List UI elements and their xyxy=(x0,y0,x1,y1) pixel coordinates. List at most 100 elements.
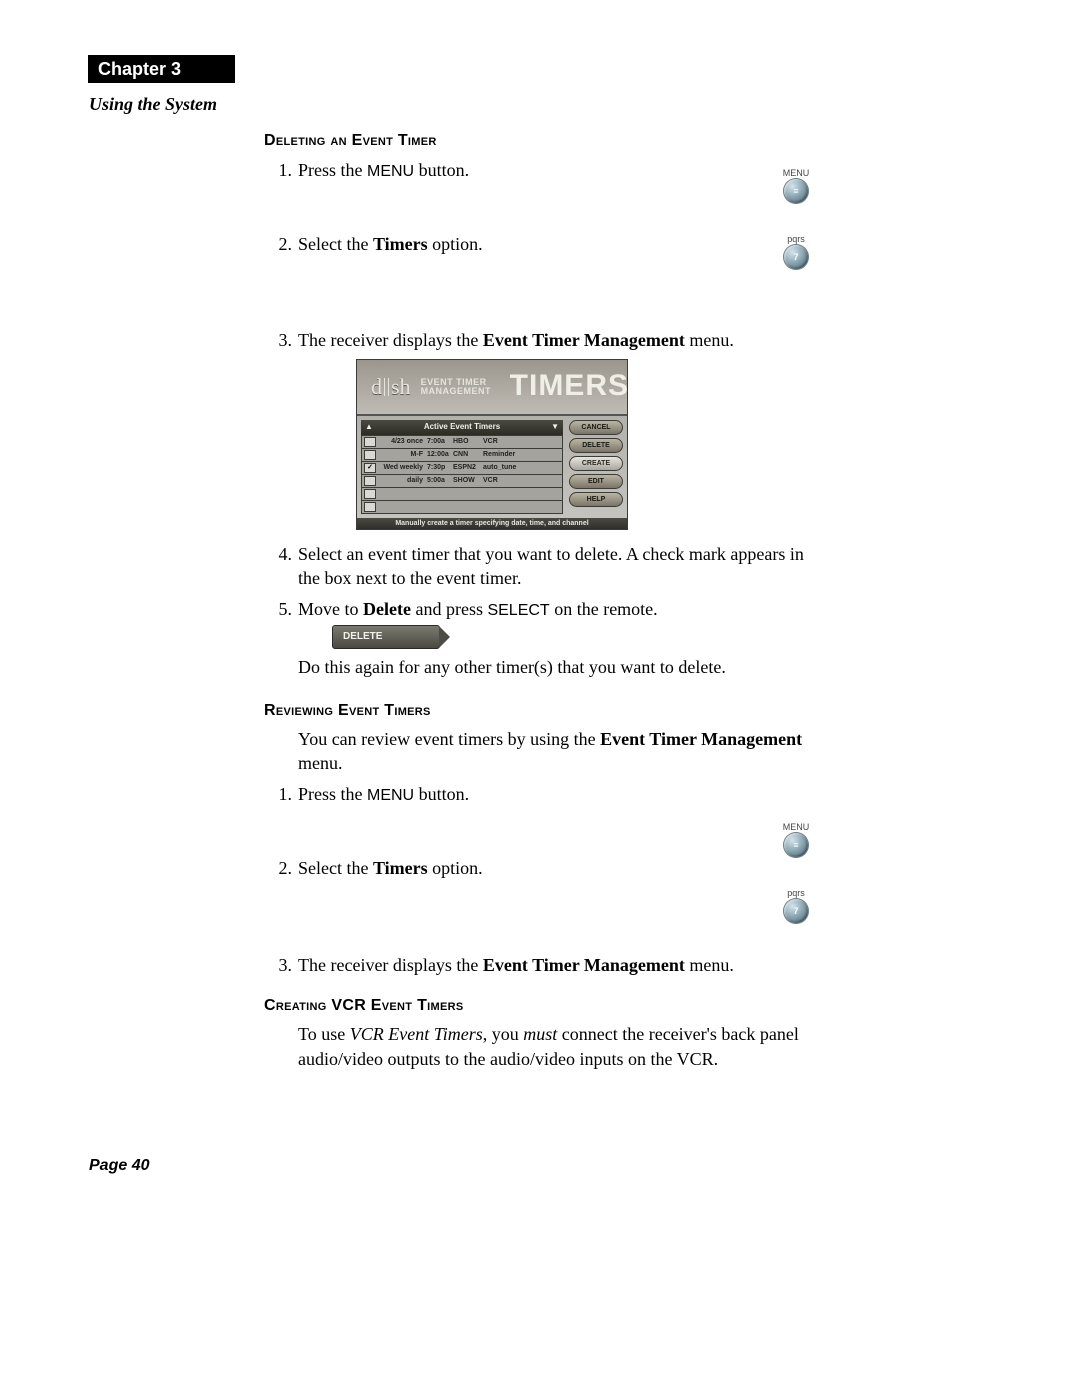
etm-list-header: ▲ Active Event Timers ▼ xyxy=(361,420,563,435)
text: Select the xyxy=(298,234,373,254)
etm-edit-button: EDIT xyxy=(569,474,623,489)
cell: HBO xyxy=(453,437,483,446)
step-number: 1. xyxy=(270,158,292,182)
etm-row: ✓ Wed weekly7:30pESPN2auto_tune xyxy=(362,461,562,474)
cell: 12:00a xyxy=(425,450,453,459)
etm-timer-list: ▲ Active Event Timers ▼ 4/23 once7:00aHB… xyxy=(361,420,563,514)
checkbox-icon xyxy=(364,450,376,460)
etm-watermark: TIMERS xyxy=(510,366,629,398)
heading-reviewing: Reviewing Event Timers xyxy=(264,700,814,722)
review-intro: You can review event timers by using the… xyxy=(264,727,814,776)
etm-body: ▲ Active Event Timers ▼ 4/23 once7:00aHB… xyxy=(357,416,627,518)
vcr-paragraph: To use VCR Event Timers, you must connec… xyxy=(264,1022,814,1071)
text-italic: must xyxy=(523,1024,557,1044)
text: Press the xyxy=(298,160,367,180)
text-caps: MENU xyxy=(367,787,414,804)
text: MANAGEMENT xyxy=(421,387,492,396)
event-timer-management-screenshot: dsh EVENT TIMER MANAGEMENT TIMERS ▲ Acti… xyxy=(356,359,628,530)
text: on the remote. xyxy=(550,599,658,619)
scroll-up-icon: ▲ xyxy=(365,422,373,433)
cell: Wed weekly xyxy=(379,463,425,472)
step-number: 4. xyxy=(270,542,292,566)
text: button. xyxy=(414,160,469,180)
step-text: Select the Timers option. xyxy=(298,234,483,254)
text-caps: MENU xyxy=(367,163,414,180)
text: Move to xyxy=(298,599,363,619)
step-number: 2. xyxy=(270,856,292,880)
etm-cancel-button: CANCEL xyxy=(569,420,623,435)
text: and press xyxy=(411,599,487,619)
cell: 5:00a xyxy=(425,476,453,485)
etm-row-empty xyxy=(362,500,562,513)
etm-row-empty xyxy=(362,487,562,500)
step-text: The receiver displays the Event Timer Ma… xyxy=(298,955,734,975)
page-content: Deleting an Event Timer 1. Press the MEN… xyxy=(264,130,814,1071)
text: , you xyxy=(483,1024,524,1044)
etm-actions: CANCEL DELETE CREATE EDIT HELP xyxy=(569,420,623,514)
text-bold: Event Timer Management xyxy=(483,955,685,975)
cell: ESPN2 xyxy=(453,463,483,472)
heading-creating-vcr: Creating VCR Event Timers xyxy=(264,995,814,1017)
etm-list-header-label: Active Event Timers xyxy=(424,422,500,433)
etm-title: EVENT TIMER MANAGEMENT xyxy=(421,378,492,396)
text-bold: Event Timer Management xyxy=(600,729,802,749)
page-number: Page 40 xyxy=(89,1157,149,1175)
step-followup: Do this again for any other timer(s) tha… xyxy=(298,655,814,679)
text-bold: Delete xyxy=(363,599,411,619)
etm-header: dsh EVENT TIMER MANAGEMENT TIMERS xyxy=(357,360,627,416)
text: Press the xyxy=(298,784,367,804)
checkbox-icon xyxy=(364,476,376,486)
text-bold: Timers xyxy=(373,858,428,878)
text: menu. xyxy=(685,330,734,350)
etm-help-button: HELP xyxy=(569,492,623,507)
cell: 7:30p xyxy=(425,463,453,472)
etm-row: daily5:00aSHOWVCR xyxy=(362,474,562,487)
step-number: 2. xyxy=(270,232,292,256)
step-number: 1. xyxy=(270,782,292,806)
etm-row: 4/23 once7:00aHBOVCR xyxy=(362,435,562,448)
text-italic: VCR Event Timers xyxy=(350,1024,483,1044)
etm-create-button: CREATE xyxy=(569,456,623,471)
chapter-tab: Chapter 3 xyxy=(88,55,235,83)
etm-tip: Manually create a timer specifying date,… xyxy=(357,518,627,529)
checkbox-icon xyxy=(364,489,376,499)
scroll-down-icon: ▼ xyxy=(551,422,559,433)
text: option. xyxy=(428,858,483,878)
text: menu. xyxy=(685,955,734,975)
text: The receiver displays the xyxy=(298,955,483,975)
checkbox-icon: ✓ xyxy=(364,463,376,473)
etm-row: M-F12:00aCNNReminder xyxy=(362,448,562,461)
cell: VCR xyxy=(483,437,560,446)
text-bold: Event Timer Management xyxy=(483,330,685,350)
steps-deleting: 1. Press the MENU button. 2. Select the … xyxy=(264,158,814,680)
dish-logo-icon: dsh xyxy=(371,372,411,402)
cell: auto_tune xyxy=(483,463,560,472)
step-text: Press the MENU button. xyxy=(298,160,469,180)
text: button. xyxy=(414,784,469,804)
cell: Reminder xyxy=(483,450,560,459)
step-number: 3. xyxy=(270,328,292,352)
step-number: 3. xyxy=(270,953,292,977)
etm-table: 4/23 once7:00aHBOVCR M-F12:00aCNNReminde… xyxy=(361,435,563,514)
step-text: The receiver displays the Event Timer Ma… xyxy=(298,330,734,350)
step-text: Select the Timers option. xyxy=(298,858,483,878)
text: To use xyxy=(298,1024,350,1044)
text: You can review event timers by using the xyxy=(298,729,600,749)
text: option. xyxy=(428,234,483,254)
cell: VCR xyxy=(483,476,560,485)
steps-reviewing: 1. Press the MENU button. 2. Select the … xyxy=(264,782,814,977)
cell: daily xyxy=(379,476,425,485)
step-text: Move to Delete and press SELECT on the r… xyxy=(298,599,658,619)
text: The receiver displays the xyxy=(298,330,483,350)
cell: CNN xyxy=(453,450,483,459)
cell: 7:00a xyxy=(425,437,453,446)
cell: SHOW xyxy=(453,476,483,485)
cell: M-F xyxy=(379,450,425,459)
delete-button-graphic: DELETE xyxy=(332,625,440,649)
text-bold: Timers xyxy=(373,234,428,254)
text: menu. xyxy=(298,753,343,773)
heading-deleting: Deleting an Event Timer xyxy=(264,130,814,152)
text: Select the xyxy=(298,858,373,878)
etm-delete-button: DELETE xyxy=(569,438,623,453)
checkbox-icon xyxy=(364,437,376,447)
